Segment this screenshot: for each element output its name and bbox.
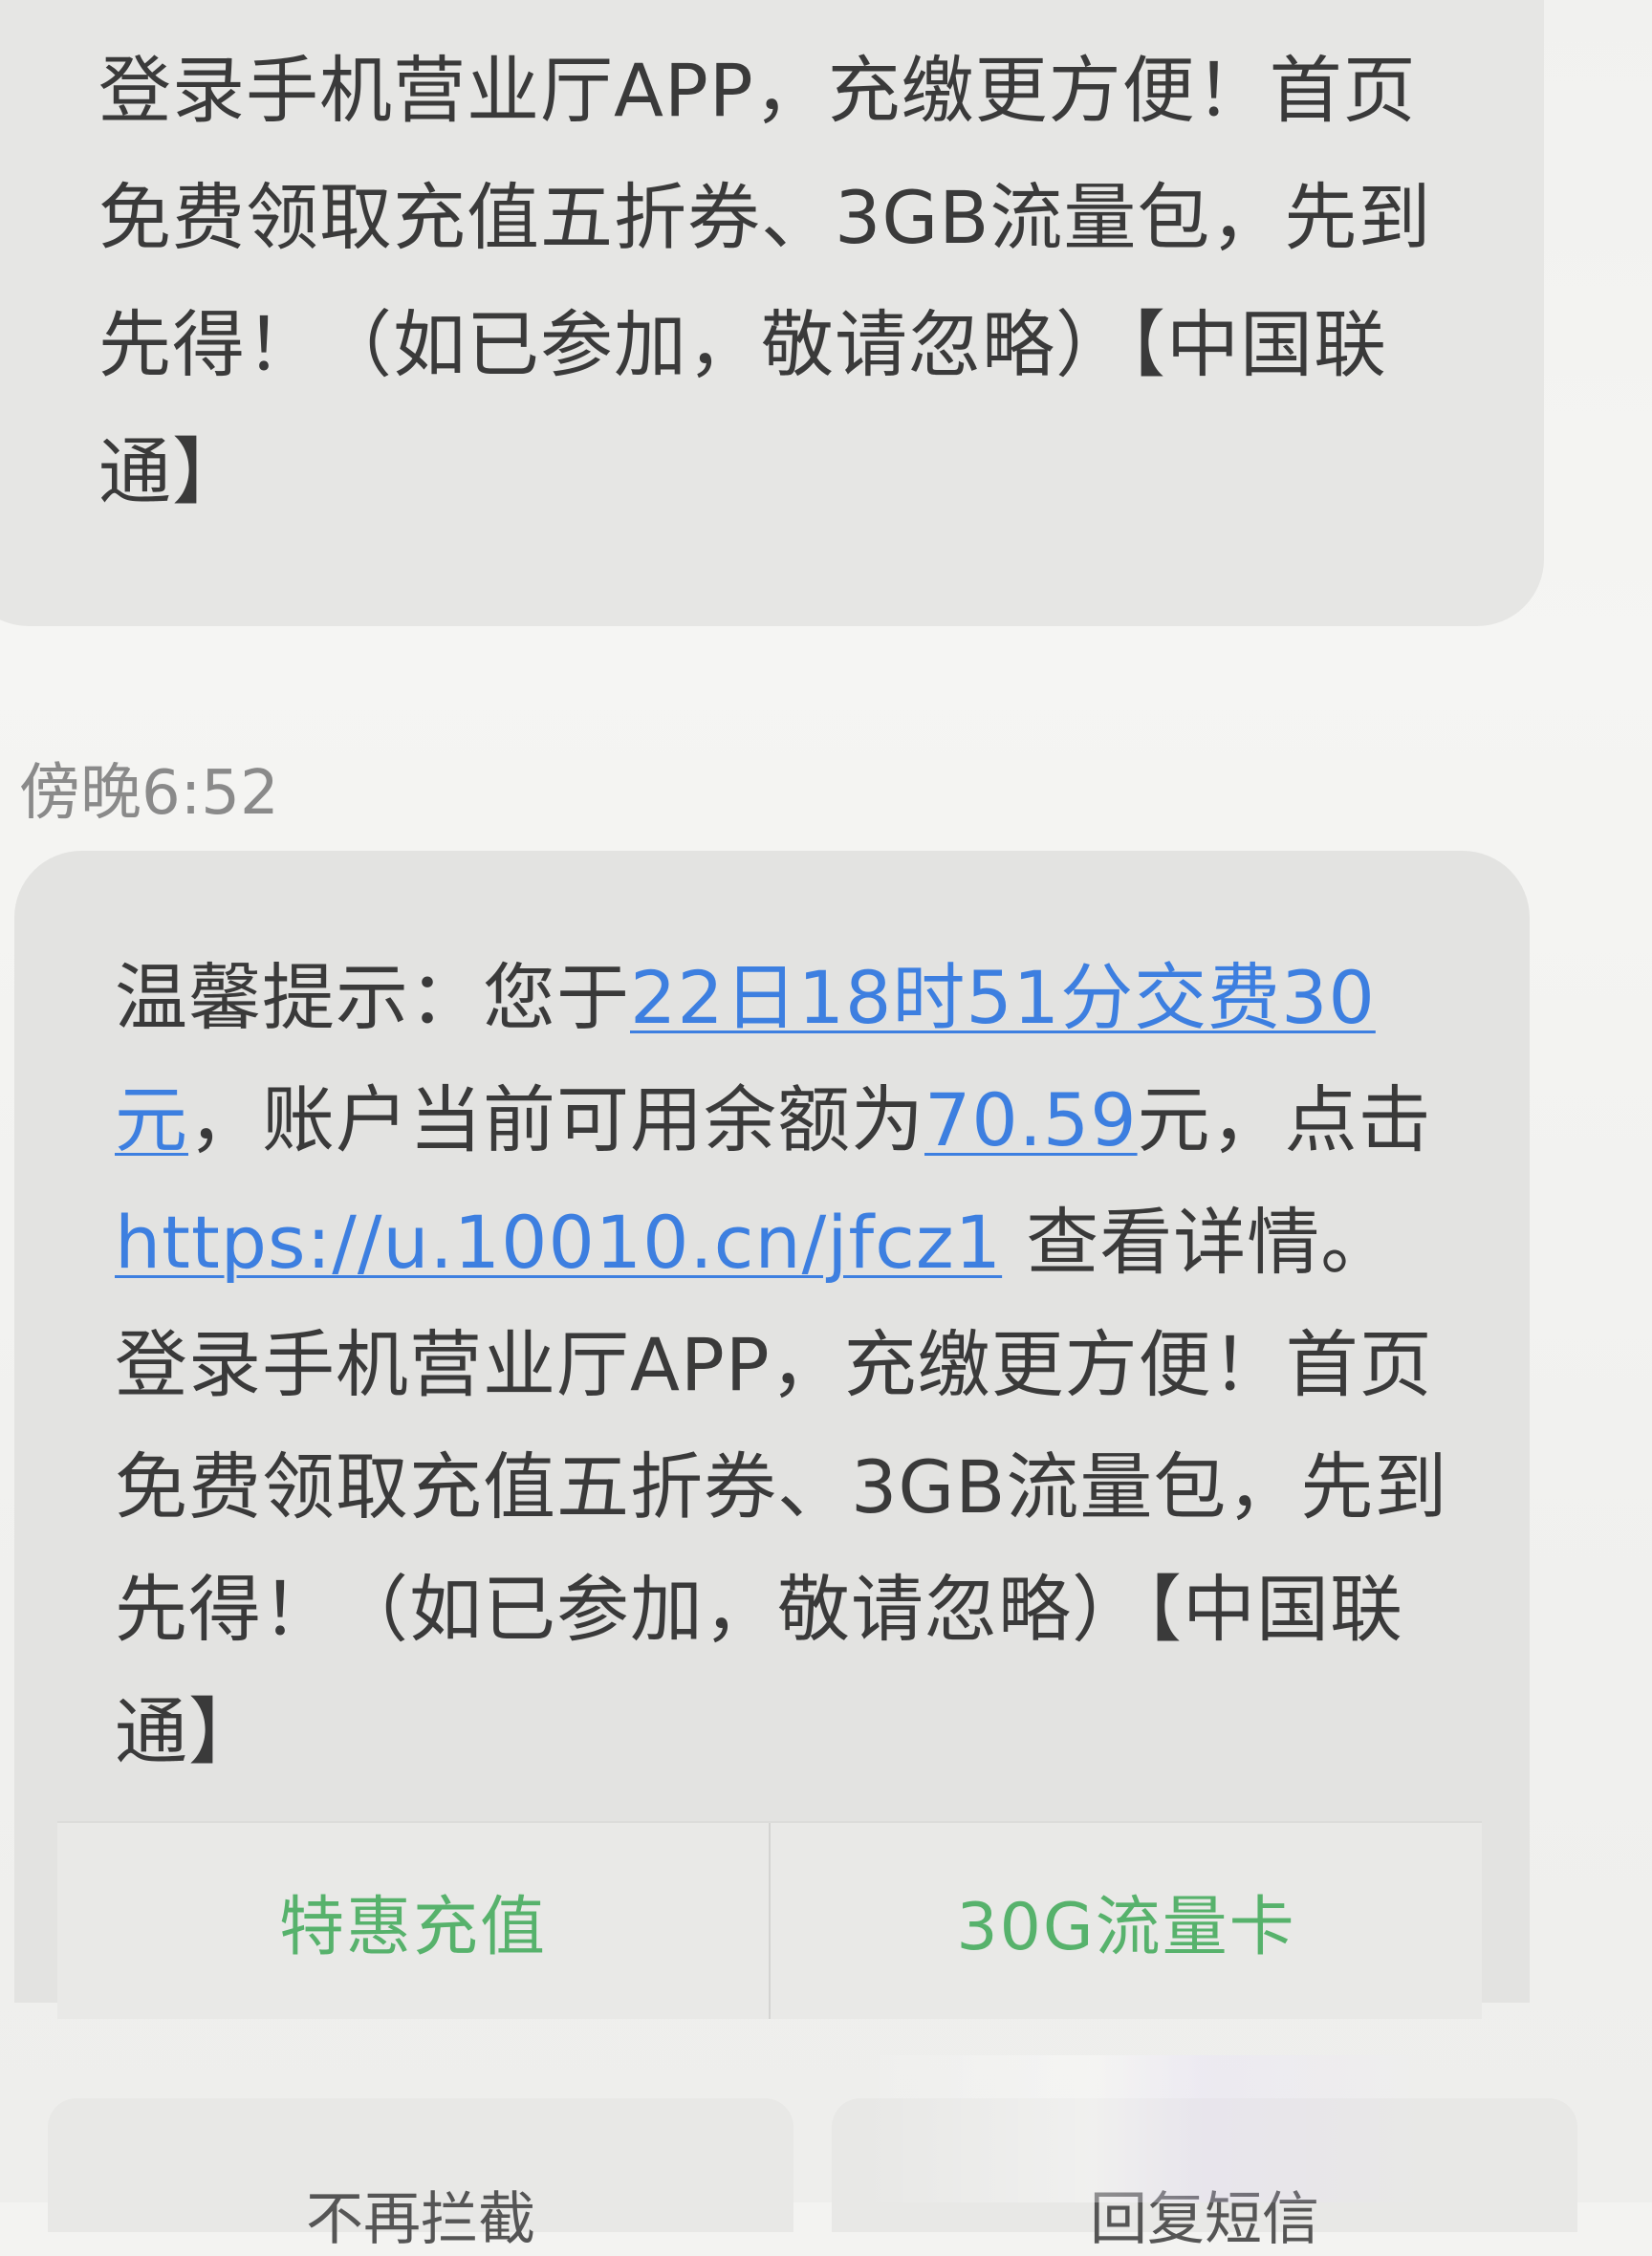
message-after-url: 查看详情。: [1002, 1200, 1395, 1285]
data-card-button[interactable]: 30G流量卡: [771, 1823, 1482, 2019]
message-suffix: 元，点击: [1137, 1077, 1432, 1162]
message-timestamp: 傍晚6:52: [19, 758, 279, 829]
message-body: 温馨提示：您于22日18时51分交费30元，账户当前可用余额为70.59元，点击…: [115, 937, 1453, 1793]
reply-sms-button[interactable]: 回复短信: [832, 2098, 1577, 2253]
previous-message-bubble[interactable]: 登录手机营业厅APP，充缴更方便！首页免费领取充值五折券、3GB流量包，先到先得…: [0, 0, 1544, 626]
previous-message-text: 登录手机营业厅APP，充缴更方便！首页免费领取充值五折券、3GB流量包，先到先得…: [98, 48, 1432, 514]
balance-link[interactable]: 70.59: [924, 1077, 1138, 1162]
stop-blocking-button[interactable]: 不再拦截: [48, 2098, 793, 2253]
sms-conversation-screen: 登录手机营业厅APP，充缴更方便！首页免费领取充值五折券、3GB流量包，先到先得…: [0, 0, 1652, 2253]
bottom-action-bar: 不再拦截 回复短信: [48, 2098, 1577, 2253]
details-url-link[interactable]: https://u.10010.cn/jfcz1: [115, 1200, 1002, 1285]
message-promo: 登录手机营业厅APP，充缴更方便！首页免费领取充值五折券、3GB流量包，先到先得…: [115, 1322, 1448, 1774]
special-recharge-button[interactable]: 特惠充值: [57, 1823, 769, 2019]
message-actions: 特惠充值 30G流量卡: [57, 1821, 1482, 2019]
message-prefix: 温馨提示：您于: [115, 955, 630, 1040]
message-middle: ，账户当前可用余额为: [188, 1077, 924, 1162]
